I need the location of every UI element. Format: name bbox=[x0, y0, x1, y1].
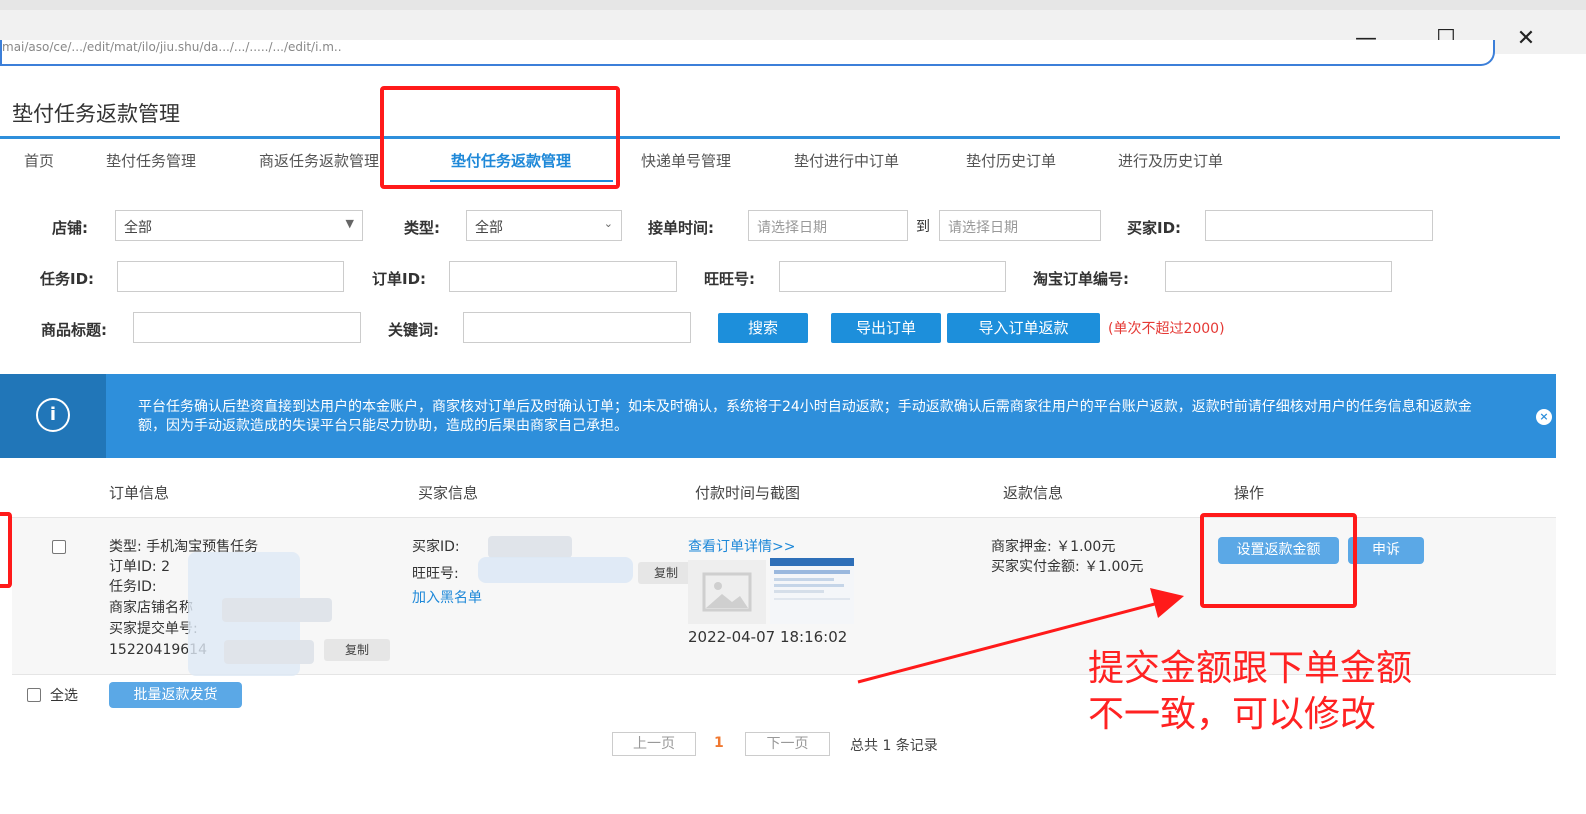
annotation-line-1: 提交金额跟下单金额 bbox=[1088, 648, 1413, 689]
annotation-text: 提交金额跟下单金额 不一致，可以修改 bbox=[1088, 646, 1548, 738]
annotation-line-2: 不一致，可以修改 bbox=[1088, 694, 1377, 735]
